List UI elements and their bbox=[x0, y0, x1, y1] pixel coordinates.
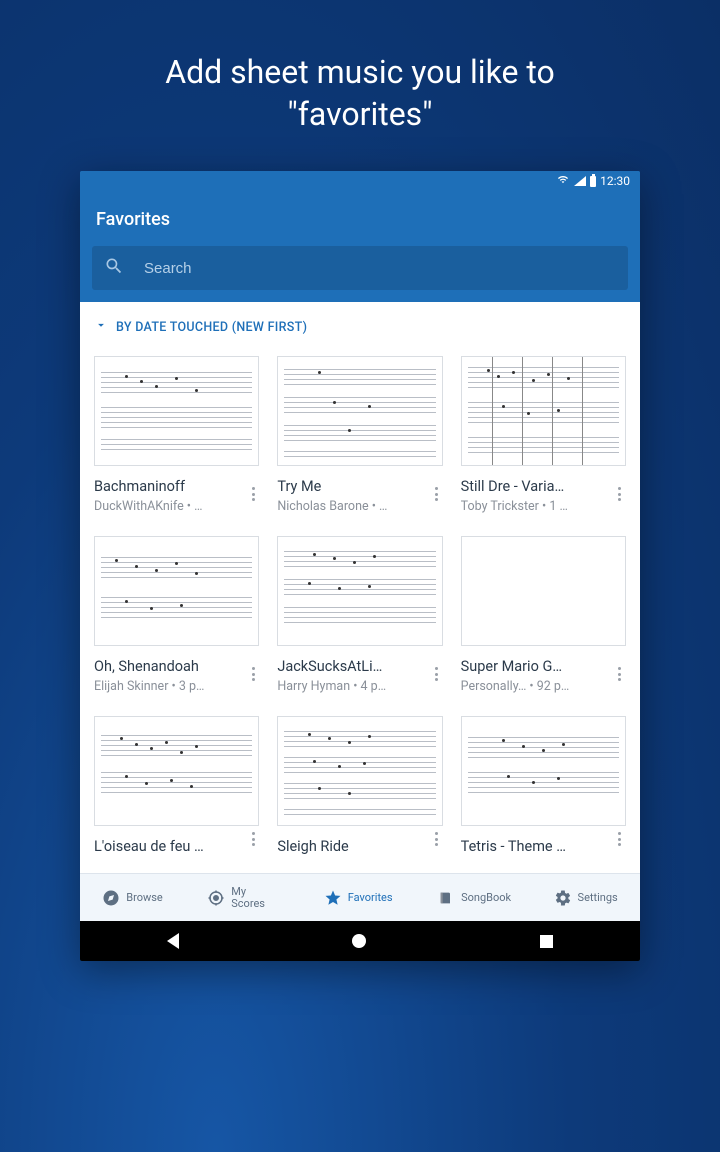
score-thumbnail bbox=[94, 716, 259, 826]
score-title: Oh, Shenandoah bbox=[94, 658, 259, 675]
bottom-nav: Browse My Scores Favorites SongBook bbox=[80, 873, 640, 921]
nav-label: Browse bbox=[126, 892, 163, 904]
score-card[interactable]: Bachmaninoff DuckWithAKnife • … bbox=[94, 356, 259, 514]
page-title: Favorites bbox=[80, 191, 640, 246]
more-icon[interactable] bbox=[610, 660, 630, 688]
book-icon bbox=[437, 889, 455, 907]
android-home-button[interactable] bbox=[352, 934, 366, 948]
gear-icon bbox=[554, 889, 572, 907]
score-title: L'oiseau de feu … bbox=[94, 838, 259, 855]
signal-icon bbox=[574, 176, 586, 186]
score-title: Still Dre - Varia… bbox=[461, 478, 626, 495]
score-card[interactable]: Still Dre - Varia… Toby Trickster • 1 … bbox=[461, 356, 626, 514]
promo-line2: "favorites" bbox=[288, 95, 433, 133]
score-card[interactable]: Tetris - Theme … bbox=[461, 716, 626, 859]
wifi-icon bbox=[556, 174, 570, 188]
score-thumbnail bbox=[94, 536, 259, 646]
score-title: Bachmaninoff bbox=[94, 478, 259, 495]
score-thumbnail bbox=[277, 536, 442, 646]
score-subtitle: Nicholas Barone • … bbox=[277, 499, 442, 514]
sort-dropdown[interactable]: BY DATE TOUCHED (NEW FIRST) bbox=[80, 302, 640, 346]
more-icon[interactable] bbox=[427, 480, 447, 508]
nav-my-scores[interactable]: My Scores bbox=[207, 886, 279, 910]
android-nav-bar bbox=[80, 921, 640, 961]
score-subtitle: Personally… • 92 p… bbox=[461, 679, 626, 694]
target-icon bbox=[207, 889, 225, 907]
more-icon[interactable] bbox=[610, 825, 630, 853]
nav-songbook[interactable]: SongBook bbox=[437, 889, 509, 907]
compass-icon bbox=[102, 889, 120, 907]
nav-browse[interactable]: Browse bbox=[102, 889, 163, 907]
score-card[interactable]: Try Me Nicholas Barone • … bbox=[277, 356, 442, 514]
score-thumbnail bbox=[461, 536, 626, 646]
sort-label: BY DATE TOUCHED (NEW FIRST) bbox=[116, 320, 307, 335]
android-back-button[interactable] bbox=[167, 933, 179, 949]
nav-label: Settings bbox=[578, 892, 618, 904]
score-card[interactable]: JackSucksAtLi… Harry Hyman • 4 p… bbox=[277, 536, 442, 694]
score-title: Tetris - Theme … bbox=[461, 838, 626, 855]
nav-label: Favorites bbox=[348, 892, 393, 904]
score-card[interactable]: Oh, Shenandoah Elijah Skinner • 3 p… bbox=[94, 536, 259, 694]
score-subtitle: DuckWithAKnife • … bbox=[94, 499, 259, 514]
more-icon[interactable] bbox=[243, 660, 263, 688]
score-card[interactable]: Super Mario G… Personally… • 92 p… bbox=[461, 536, 626, 694]
search-input[interactable] bbox=[144, 260, 616, 277]
battery-icon bbox=[590, 176, 596, 187]
nav-label: My Scores bbox=[231, 886, 279, 910]
score-subtitle: Toby Trickster • 1 … bbox=[461, 499, 626, 514]
android-recent-button[interactable] bbox=[540, 935, 553, 948]
status-bar: 12:30 bbox=[80, 171, 640, 191]
scores-grid: Bachmaninoff DuckWithAKnife • … Try Me N… bbox=[80, 346, 640, 873]
search-icon bbox=[104, 256, 124, 280]
device-frame: 12:30 Favorites BY DATE TOUCHED (NEW FIR… bbox=[80, 171, 640, 961]
score-thumbnail bbox=[277, 356, 442, 466]
score-title: JackSucksAtLi… bbox=[277, 658, 442, 675]
score-title: Sleigh Ride bbox=[277, 838, 442, 855]
score-thumbnail bbox=[277, 716, 442, 826]
chevron-down-icon bbox=[94, 318, 108, 336]
more-icon[interactable] bbox=[243, 825, 263, 853]
star-icon bbox=[324, 889, 342, 907]
promo-line1: Add sheet music you like to bbox=[165, 53, 555, 91]
search-bar[interactable] bbox=[92, 246, 628, 290]
nav-label: SongBook bbox=[461, 892, 509, 904]
content-area: BY DATE TOUCHED (NEW FIRST) Bachmaninoff… bbox=[80, 302, 640, 921]
nav-settings[interactable]: Settings bbox=[554, 889, 618, 907]
score-title: Try Me bbox=[277, 478, 442, 495]
score-card[interactable]: Sleigh Ride bbox=[277, 716, 442, 859]
score-subtitle: Harry Hyman • 4 p… bbox=[277, 679, 442, 694]
nav-favorites[interactable]: Favorites bbox=[324, 889, 393, 907]
score-title: Super Mario G… bbox=[461, 658, 626, 675]
more-icon[interactable] bbox=[243, 480, 263, 508]
score-thumbnail bbox=[94, 356, 259, 466]
score-card[interactable]: L'oiseau de feu … bbox=[94, 716, 259, 859]
score-subtitle: Elijah Skinner • 3 p… bbox=[94, 679, 259, 694]
more-icon[interactable] bbox=[427, 825, 447, 853]
promo-headline: Add sheet music you like to "favorites" bbox=[0, 0, 720, 171]
more-icon[interactable] bbox=[427, 660, 447, 688]
more-icon[interactable] bbox=[610, 480, 630, 508]
score-thumbnail bbox=[461, 716, 626, 826]
status-time: 12:30 bbox=[600, 174, 630, 188]
score-thumbnail bbox=[461, 356, 626, 466]
